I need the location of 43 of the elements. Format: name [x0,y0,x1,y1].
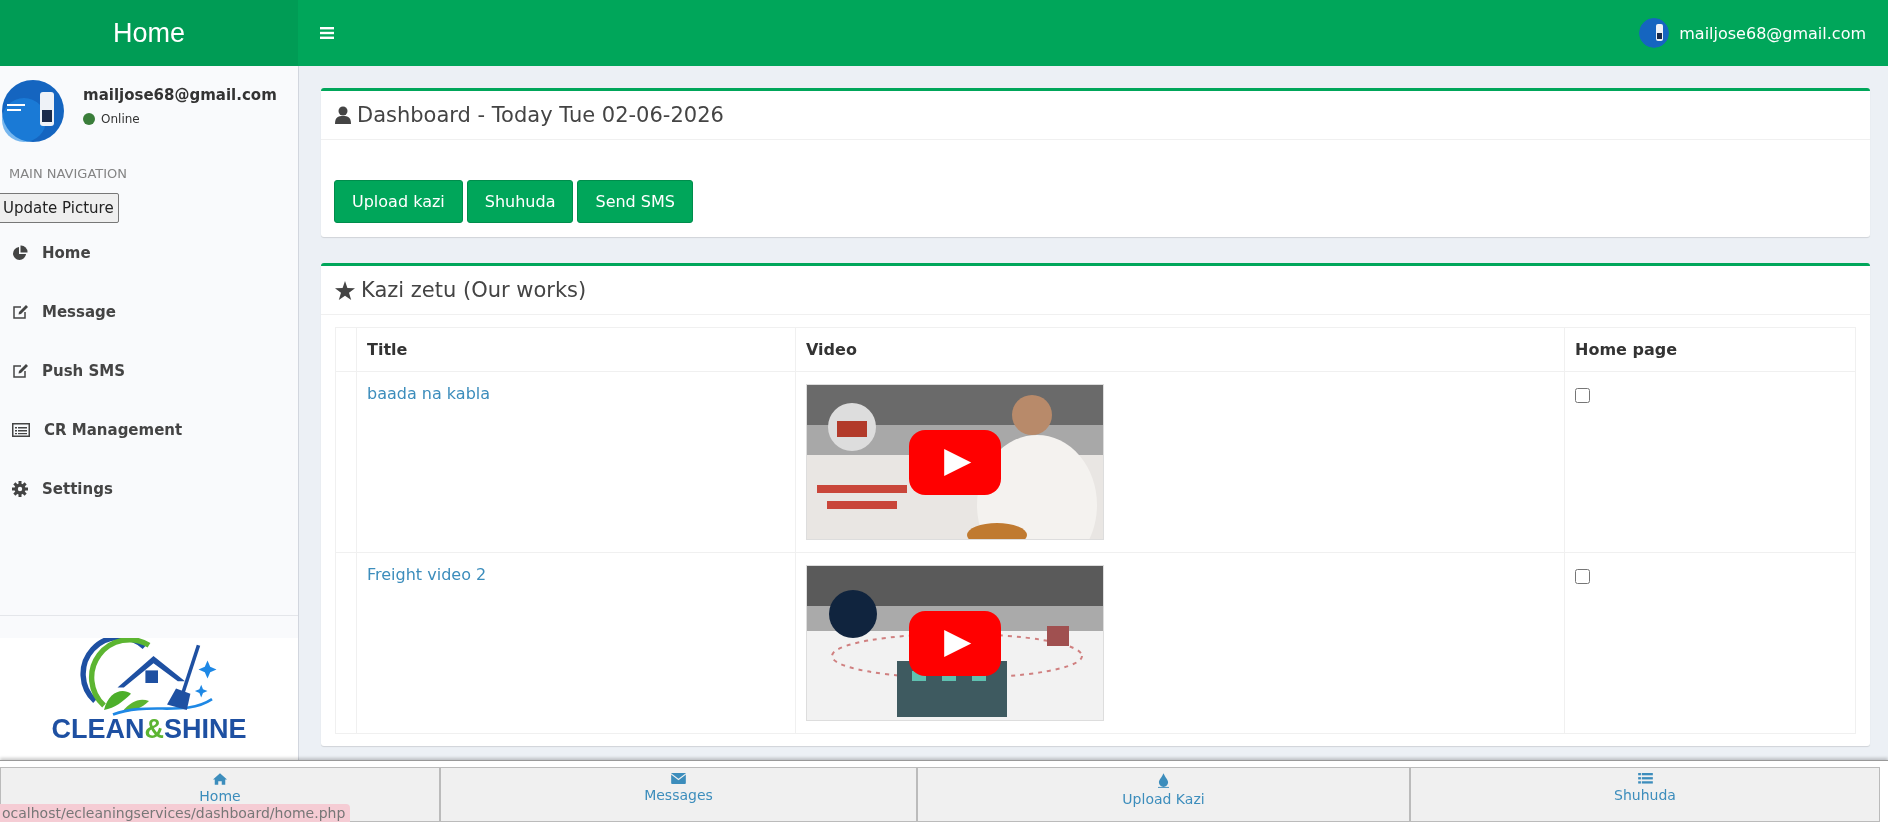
user-email: mailjose68@gmail.com [83,86,277,104]
nav-item[interactable]: CR Management [0,400,298,459]
home-icon [213,773,227,785]
nav-item[interactable]: Message [0,282,298,341]
edit-icon [12,303,28,320]
brand-title[interactable]: Home [0,0,298,66]
box-title: Dashboard - Today Tue 02-06-2026 [357,103,724,127]
home-page-checkbox[interactable] [1575,569,1590,584]
user-email[interactable]: mailjose68@gmail.com [1679,23,1866,43]
action-button[interactable]: Shuhuda [466,180,574,223]
menu-icon[interactable] [320,27,334,39]
play-button-icon[interactable] [909,611,1001,676]
home-page-checkbox[interactable] [1575,388,1590,403]
user-avatar[interactable] [1639,18,1670,48]
column-header: Home page [1564,327,1856,372]
company-logo: CLEAN&SHINE [0,638,298,760]
action-button[interactable]: Upload kazi [334,180,463,223]
action-button[interactable]: Send SMS [577,180,693,223]
drop-icon [1158,773,1169,788]
bottom-nav-tab[interactable]: Upload Kazi [917,767,1410,822]
play-button-icon[interactable] [909,430,1001,495]
video-title-link[interactable]: Freight video 2 [367,565,487,584]
list-icon [1637,773,1653,784]
user-icon [335,106,351,124]
nav-item[interactable]: Settings [0,459,298,518]
edit-icon [12,362,28,379]
section-label: MAIN NAVIGATION [8,165,128,181]
video-title-link[interactable]: baada na kabla [367,384,491,403]
envelope-icon [671,773,686,784]
url-tooltip: ocalhost/ecleaningservices/dashboard/home.php [0,804,351,822]
update-picture-button[interactable]: Update Picture [0,193,119,223]
column-header: Title [356,327,796,372]
box-title: Kazi zetu (Our works) [361,278,587,302]
list-icon [12,422,30,437]
nav-item[interactable]: Push SMS [0,341,298,400]
settings-icon [12,480,28,497]
nav-item[interactable]: Home [0,223,298,282]
status-text: Online [101,112,140,126]
bottom-nav-tab[interactable]: Shuhuda [1410,767,1880,822]
star-icon [335,280,355,300]
bottom-nav-tab[interactable]: Messages [440,767,917,822]
column-header: Video [795,327,1565,372]
pie-chart-icon [12,244,28,261]
